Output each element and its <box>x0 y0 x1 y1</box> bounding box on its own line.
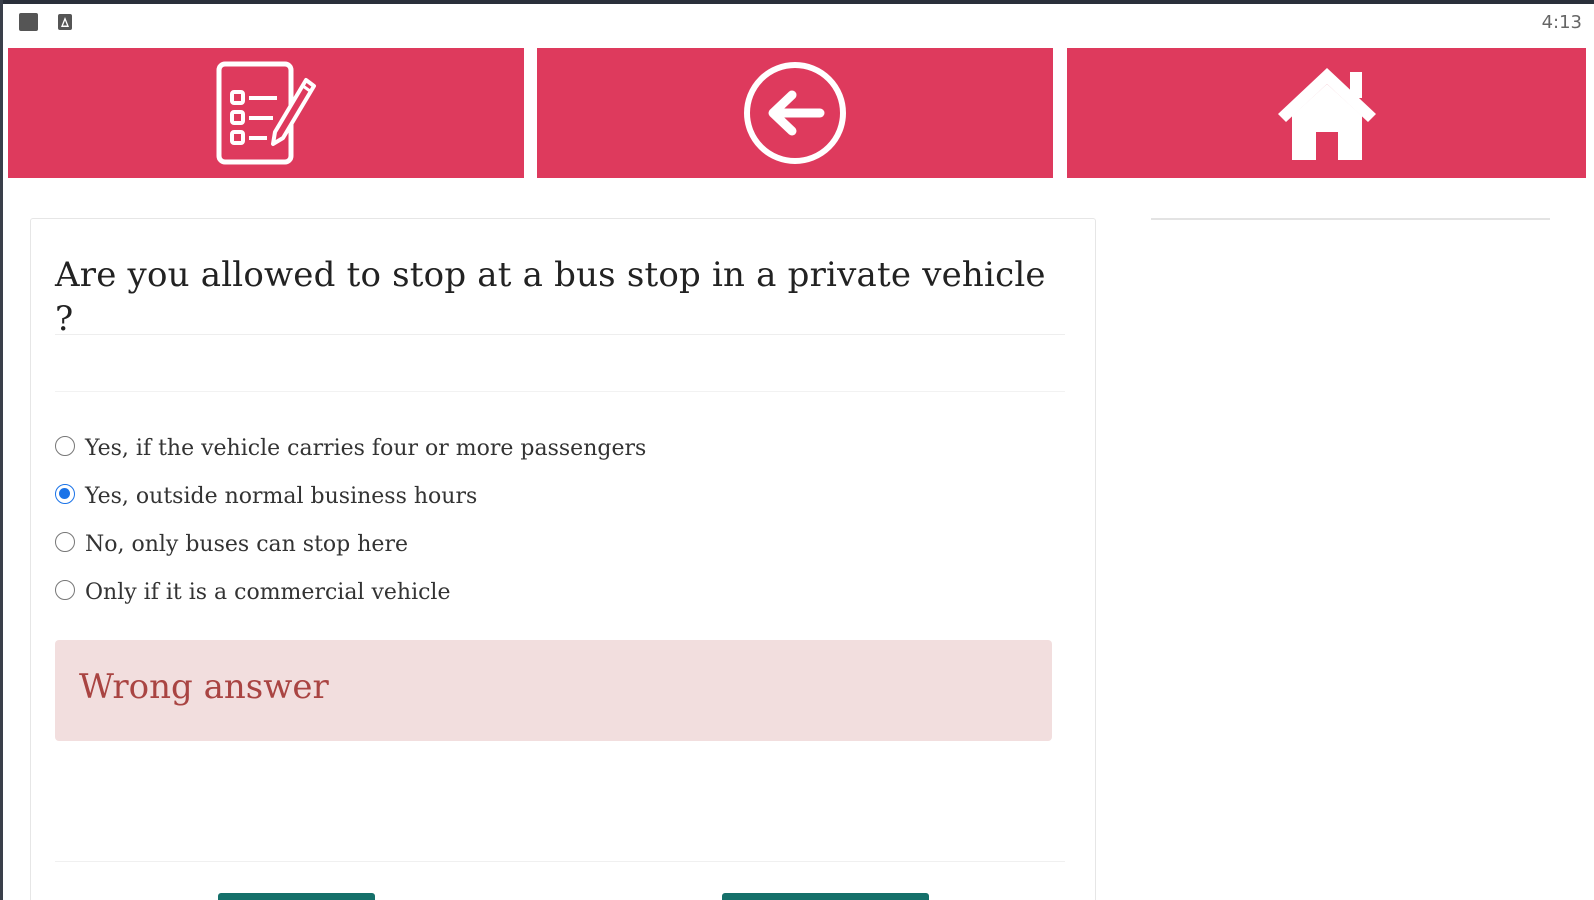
answer-option[interactable]: No, only buses can stop here <box>53 520 1053 568</box>
divider <box>55 334 1065 335</box>
answer-option[interactable]: Yes, if the vehicle carries four or more… <box>53 424 1053 472</box>
radio-button[interactable] <box>55 580 75 600</box>
home-icon <box>1277 68 1376 160</box>
back-button[interactable] <box>537 48 1053 178</box>
divider <box>55 861 1065 862</box>
answer-options: Yes, if the vehicle carries four or more… <box>53 424 1053 616</box>
previous-question-button[interactable] <box>218 893 375 900</box>
answer-option-label: Only if it is a commercial vehicle <box>85 579 451 605</box>
answer-option[interactable]: Only if it is a commercial vehicle <box>53 568 1053 616</box>
answer-option-label: No, only buses can stop here <box>85 531 408 557</box>
result-alert: Wrong answer <box>55 640 1052 741</box>
answer-option[interactable]: Yes, outside normal business hours <box>53 472 1053 520</box>
quiz-screen: 4:13 Are you allowed to stop at a bus st… <box>0 0 1594 900</box>
next-question-button[interactable] <box>722 893 929 900</box>
question-text: Are you allowed to stop at a bus stop in… <box>55 255 1046 339</box>
notification-square-icon <box>19 13 38 31</box>
result-text: Wrong answer <box>79 667 329 707</box>
status-time: 4:13 <box>1541 12 1582 33</box>
app-notification-icon <box>57 13 73 31</box>
window-left-edge <box>0 0 3 900</box>
answer-option-label: Yes, outside normal business hours <box>85 483 478 509</box>
checklist-pencil-icon <box>216 61 316 165</box>
answer-option-label: Yes, if the vehicle carries four or more… <box>85 435 647 461</box>
status-bar: 4:13 <box>3 4 1594 42</box>
question-card: Are you allowed to stop at a bus stop in… <box>30 218 1096 900</box>
side-panel-divider <box>1151 218 1550 220</box>
divider <box>55 391 1065 392</box>
radio-button-selected[interactable] <box>55 484 75 504</box>
home-button[interactable] <box>1067 48 1586 178</box>
back-arrow-circle-icon <box>744 62 846 164</box>
top-navigation <box>8 48 1586 178</box>
quiz-list-button[interactable] <box>8 48 524 178</box>
radio-button[interactable] <box>55 436 75 456</box>
radio-button[interactable] <box>55 532 75 552</box>
